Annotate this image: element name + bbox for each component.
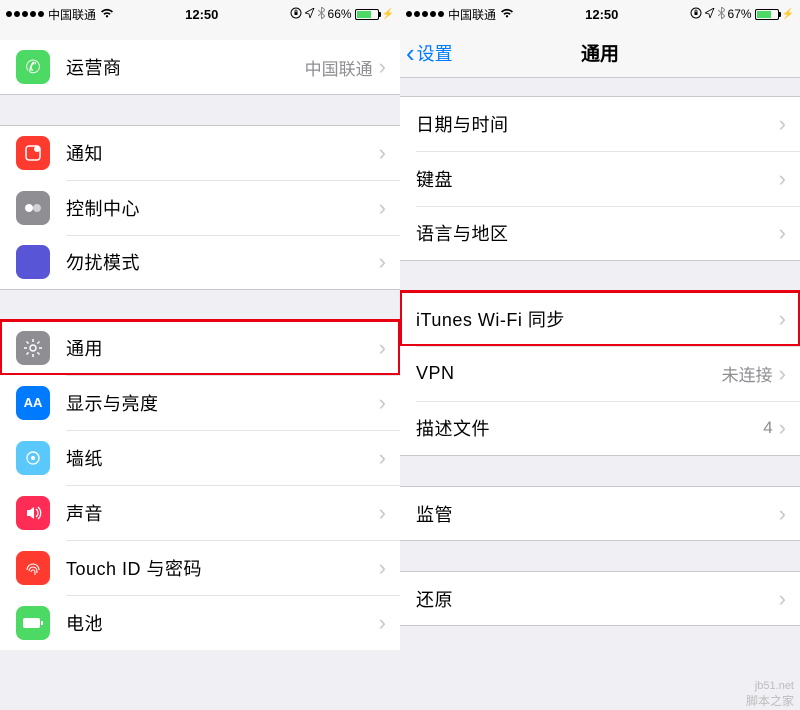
row-label: VPN [416,363,722,384]
clock: 12:50 [114,7,290,22]
row-touch-id[interactable]: Touch ID 与密码 › [0,540,400,595]
back-button[interactable]: ‹ 设置 [400,40,453,66]
row-label: 显示与亮度 [66,390,379,416]
row-label: 监管 [416,501,779,527]
row-label: 控制中心 [66,195,379,221]
signal-dots-icon [406,11,444,17]
row-battery[interactable]: 电池 › [0,595,400,650]
row-label: 通用 [66,335,379,361]
page-title: 通用 [400,39,800,66]
chevron-right-icon: › [779,501,800,527]
wifi-icon [500,7,514,21]
chevron-right-icon: › [779,415,800,441]
row-label: 日期与时间 [416,111,779,137]
row-label: 描述文件 [416,415,763,441]
charging-icon: ⚡ [782,9,794,20]
chevron-right-icon: › [379,140,400,166]
row-label: iTunes Wi-Fi 同步 [416,306,779,332]
chevron-right-icon: › [779,220,800,246]
battery-percent: 66% [328,7,352,21]
row-date-time[interactable]: 日期与时间 › [400,96,800,151]
row-label: 勿扰模式 [66,249,379,275]
orientation-lock-icon [690,7,702,22]
chevron-right-icon: › [779,111,800,137]
status-bar: 中国联通 12:50 67% ⚡ [400,0,800,28]
battery-icon [355,9,379,20]
row-label: 语言与地区 [416,220,779,246]
chevron-left-icon: ‹ [406,40,415,66]
carrier-label: 中国联通 [48,6,96,23]
status-bar: 中国联通 12:50 66% ⚡ [0,0,400,28]
bluetooth-icon [718,7,725,22]
wifi-icon [100,7,114,21]
row-keyboard[interactable]: 键盘 › [400,151,800,206]
row-label: 还原 [416,586,779,612]
row-label: 键盘 [416,166,779,192]
general-screen: 中国联通 12:50 67% ⚡ ‹ 设置 通用 日期与时间 [400,0,800,710]
location-icon [305,7,315,21]
row-itunes-wifi-sync[interactable]: iTunes Wi-Fi 同步 › [400,291,800,346]
battery-percent: 67% [728,7,752,21]
row-label: 电池 [66,610,379,636]
gear-icon [16,331,50,365]
row-language-region[interactable]: 语言与地区 › [400,206,800,261]
row-label: 运营商 [66,54,305,80]
chevron-right-icon: › [779,166,800,192]
chevron-right-icon: › [379,390,400,416]
row-value: 中国联通 [305,55,373,80]
carrier-label: 中国联通 [448,6,496,23]
chevron-right-icon: › [379,445,400,471]
back-label: 设置 [417,40,453,66]
row-value: 未连接 [722,361,773,386]
row-sounds[interactable]: 声音 › [0,485,400,540]
phone-icon: ✆ [16,50,50,84]
row-label: 通知 [66,140,379,166]
display-icon: AA [16,386,50,420]
moon-icon [16,245,50,279]
sound-icon [16,496,50,530]
fingerprint-icon [16,551,50,585]
chevron-right-icon: › [379,335,400,361]
signal-dots-icon [6,11,44,17]
row-control-center[interactable]: 控制中心 › [0,180,400,235]
row-do-not-disturb[interactable]: 勿扰模式 › [0,235,400,290]
location-icon [705,7,715,21]
row-wallpaper[interactable]: 墙纸 › [0,430,400,485]
row-supervision[interactable]: 监管 › [400,486,800,541]
charging-icon: ⚡ [382,9,394,20]
chevron-right-icon: › [779,586,800,612]
row-profiles[interactable]: 描述文件 4 › [400,401,800,456]
row-label: 墙纸 [66,445,379,471]
clock: 12:50 [514,7,690,22]
notifications-icon [16,136,50,170]
settings-screen: 中国联通 12:50 66% ⚡ 设置 ✆ 运营商 [0,0,400,710]
row-vpn[interactable]: VPN 未连接 › [400,346,800,401]
chevron-right-icon: › [379,195,400,221]
row-general[interactable]: 通用 › [0,320,400,375]
chevron-right-icon: › [379,54,400,80]
wallpaper-icon [16,441,50,475]
chevron-right-icon: › [379,610,400,636]
orientation-lock-icon [290,7,302,22]
row-value: 4 [763,418,772,438]
chevron-right-icon: › [379,555,400,581]
row-label: Touch ID 与密码 [66,555,379,581]
chevron-right-icon: › [379,500,400,526]
row-carrier[interactable]: ✆ 运营商 中国联通 › [0,40,400,95]
chevron-right-icon: › [779,361,800,387]
row-label: 声音 [66,500,379,526]
chevron-right-icon: › [779,306,800,332]
battery-row-icon [16,606,50,640]
row-display-brightness[interactable]: AA 显示与亮度 › [0,375,400,430]
nav-bar: ‹ 设置 通用 [400,28,800,78]
bluetooth-icon [318,7,325,22]
row-notifications[interactable]: 通知 › [0,125,400,180]
row-reset[interactable]: 还原 › [400,571,800,626]
chevron-right-icon: › [379,249,400,275]
battery-icon [755,9,779,20]
control-center-icon [16,191,50,225]
